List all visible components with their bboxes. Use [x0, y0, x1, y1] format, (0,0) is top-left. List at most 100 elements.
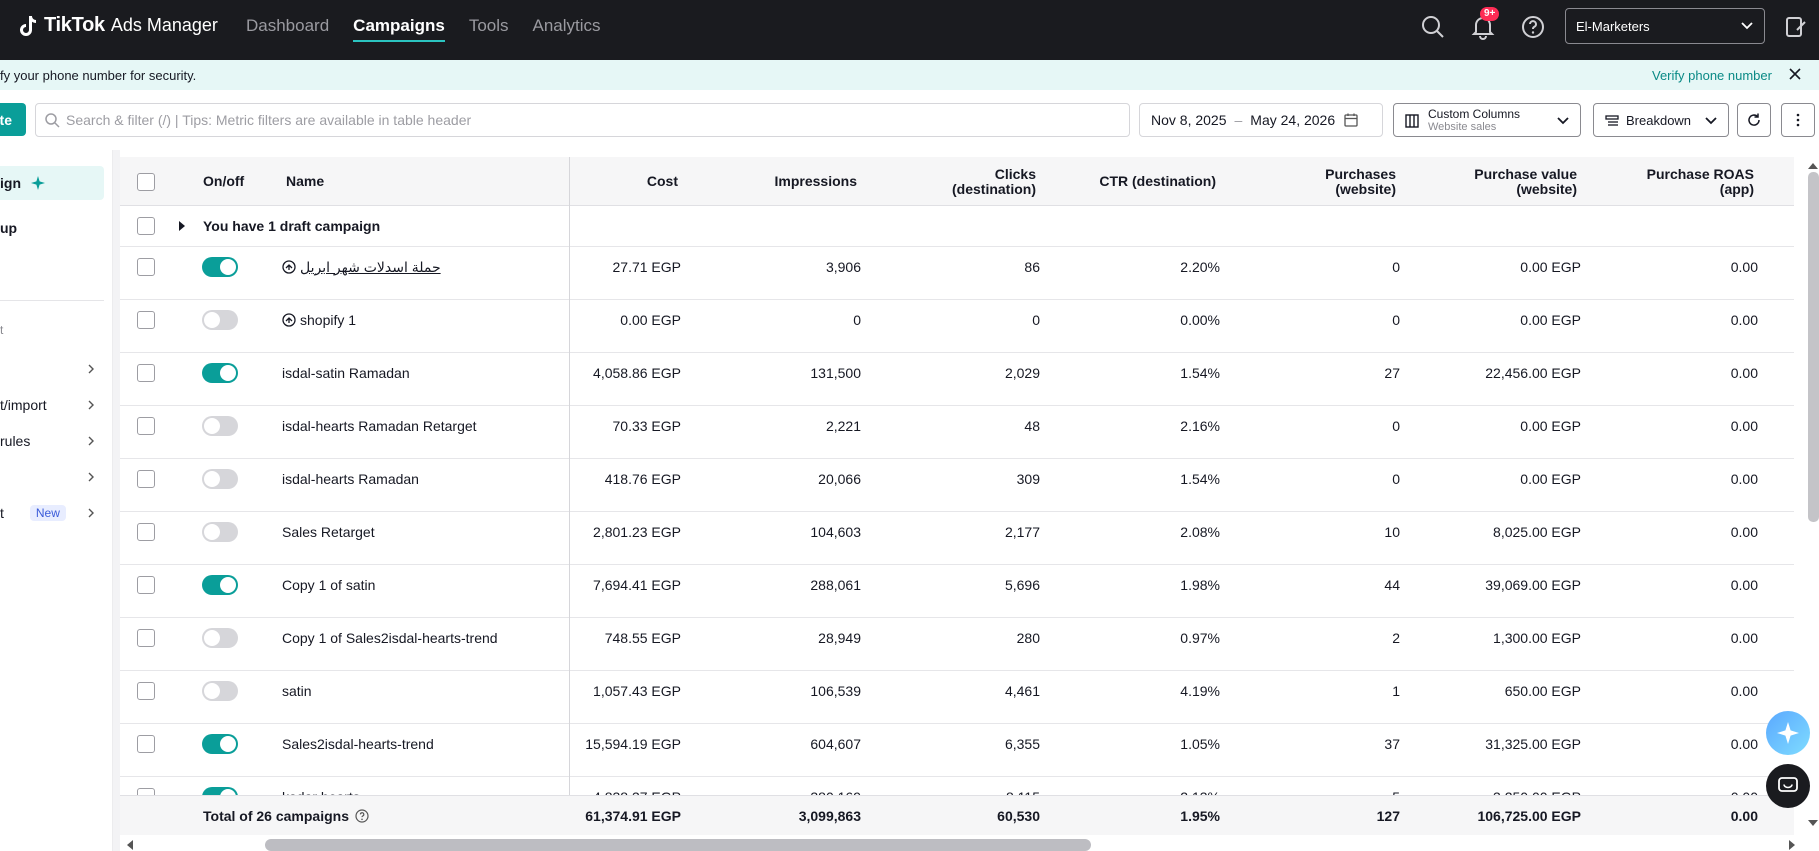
- date-range-picker[interactable]: Nov 8, 2025 – May 24, 2026: [1139, 103, 1383, 137]
- status-toggle[interactable]: [202, 618, 238, 658]
- row-checkbox[interactable]: [137, 618, 155, 658]
- sidebar-item-4[interactable]: [0, 352, 104, 386]
- campaign-name[interactable]: حملة اسدلات شهر ابريل: [300, 259, 441, 276]
- help-icon[interactable]: [1520, 14, 1546, 40]
- search-input[interactable]: Search & filter (/) | Tips: Metric filte…: [35, 103, 1130, 137]
- header-purchases[interactable]: Purchases (website): [1240, 157, 1396, 206]
- status-toggle[interactable]: [202, 565, 238, 605]
- header-roas[interactable]: Purchase ROAS (app): [1590, 157, 1754, 206]
- header-cost[interactable]: Cost: [590, 157, 678, 206]
- draft-row[interactable]: You have 1 draft campaign: [120, 206, 1794, 247]
- status-toggle[interactable]: [202, 512, 238, 552]
- toggle-off[interactable]: [202, 469, 238, 489]
- toggle-off[interactable]: [202, 628, 238, 648]
- sidebar-item-export-import[interactable]: t/import: [0, 388, 104, 422]
- status-toggle[interactable]: [202, 353, 238, 393]
- row-checkbox[interactable]: [137, 459, 155, 499]
- campaign-name[interactable]: Sales2isdal-hearts-trend: [282, 736, 434, 752]
- campaign-name[interactable]: isdal-hearts Ramadan Retarget: [282, 418, 477, 434]
- help-icon[interactable]: [355, 809, 369, 823]
- row-checkbox[interactable]: [137, 724, 155, 764]
- campaign-name[interactable]: shopify 1: [300, 312, 356, 328]
- tab-analytics[interactable]: Analytics: [533, 0, 601, 60]
- toggle-off[interactable]: [202, 522, 238, 542]
- tiktok-ads-logo[interactable]: TikTok Ads Manager: [20, 14, 218, 37]
- row-checkbox[interactable]: [137, 565, 155, 605]
- campaign-name[interactable]: Copy 1 of Sales2isdal-hearts-trend: [282, 630, 498, 646]
- scroll-right-icon[interactable]: [1786, 840, 1796, 850]
- sidebar-item-new[interactable]: t New: [0, 496, 104, 530]
- campaign-name[interactable]: Sales Retarget: [282, 524, 375, 540]
- toggle-on[interactable]: [202, 363, 238, 383]
- tab-campaigns[interactable]: Campaigns: [353, 0, 445, 60]
- header-impressions[interactable]: Impressions: [720, 157, 857, 206]
- tab-dashboard[interactable]: Dashboard: [246, 0, 329, 60]
- row-checkbox[interactable]: [137, 353, 155, 393]
- campaign-name-cell[interactable]: satin: [282, 671, 312, 711]
- table-row[interactable]: isdal-satin Ramadan 4,058.86 EGP 131,500 2,…: [120, 353, 1794, 406]
- table-row[interactable]: shopify 1 0.00 EGP 0 0 0.00% 0 0.00 EGP 0.00: [120, 300, 1794, 353]
- campaign-name-cell[interactable]: isdal-hearts Ramadan: [282, 459, 419, 499]
- table-row[interactable]: حملة اسدلات شهر ابريل 27.71 EGP 3,906 86 2.2…: [120, 247, 1794, 300]
- ai-assistant-button[interactable]: [1766, 711, 1810, 755]
- campaign-name[interactable]: isdal-satin Ramadan: [282, 365, 410, 381]
- status-toggle[interactable]: [202, 406, 238, 446]
- close-icon[interactable]: [1787, 66, 1803, 82]
- caret-right-icon[interactable]: [177, 221, 187, 231]
- toggle-off[interactable]: [202, 310, 238, 330]
- horizontal-scrollbar[interactable]: [265, 839, 1091, 851]
- sidebar-item-campaign[interactable]: ign: [0, 166, 104, 200]
- table-row[interactable]: isdal-hearts Ramadan 418.76 EGP 20,066 309 1…: [120, 459, 1794, 512]
- create-button[interactable]: te: [0, 103, 26, 136]
- campaign-name[interactable]: satin: [282, 683, 312, 699]
- campaign-name-cell[interactable]: Sales Retarget: [282, 512, 375, 552]
- tab-tools[interactable]: Tools: [469, 0, 509, 60]
- campaign-name-cell[interactable]: shopify 1: [282, 300, 356, 340]
- toggle-on[interactable]: [202, 734, 238, 754]
- campaign-name-cell[interactable]: Copy 1 of satin: [282, 565, 375, 605]
- breakdown-dropdown[interactable]: Breakdown: [1593, 103, 1729, 137]
- header-purchase-value[interactable]: Purchase value (website): [1410, 157, 1577, 206]
- table-row[interactable]: satin 1,057.43 EGP 106,539 4,461 4.19% 1 650.0…: [120, 671, 1794, 724]
- scroll-down-icon[interactable]: [1808, 818, 1818, 828]
- status-toggle[interactable]: [202, 724, 238, 764]
- row-checkbox[interactable]: [137, 300, 155, 340]
- header-clicks[interactable]: Clicks (destination): [890, 157, 1036, 206]
- toggle-on[interactable]: [202, 575, 238, 595]
- row-checkbox[interactable]: [137, 406, 155, 446]
- row-checkbox[interactable]: [137, 671, 155, 711]
- header-onoff[interactable]: On/off: [203, 157, 244, 206]
- verify-phone-link[interactable]: Verify phone number: [1652, 68, 1772, 83]
- table-row[interactable]: isdal-hearts Ramadan Retarget 70.33 EGP 2,…: [120, 406, 1794, 459]
- table-row[interactable]: Sales Retarget 2,801.23 EGP 104,603 2,177 2.…: [120, 512, 1794, 565]
- campaign-name[interactable]: Copy 1 of satin: [282, 577, 375, 593]
- custom-columns-dropdown[interactable]: Custom Columns Website sales: [1393, 103, 1581, 137]
- draft-checkbox[interactable]: [137, 206, 155, 246]
- status-toggle[interactable]: [202, 300, 238, 340]
- chat-support-button[interactable]: [1766, 764, 1810, 808]
- toggle-on[interactable]: [202, 257, 238, 277]
- sidebar-item-7[interactable]: [0, 460, 104, 494]
- campaign-name-cell[interactable]: Copy 1 of Sales2isdal-hearts-trend: [282, 618, 498, 658]
- table-row[interactable]: Copy 1 of satin 7,694.41 EGP 288,061 5,696 1…: [120, 565, 1794, 618]
- vertical-scrollbar[interactable]: [1808, 172, 1819, 522]
- account-selector[interactable]: El-Marketers: [1565, 8, 1765, 44]
- row-checkbox[interactable]: [137, 247, 155, 287]
- search-icon[interactable]: [1420, 14, 1446, 40]
- scroll-up-icon[interactable]: [1808, 161, 1818, 171]
- campaign-name-cell[interactable]: حملة اسدلات شهر ابريل: [282, 247, 441, 287]
- refresh-button[interactable]: [1737, 103, 1771, 137]
- campaign-name-cell[interactable]: isdal-satin Ramadan: [282, 353, 410, 393]
- status-toggle[interactable]: [202, 247, 238, 287]
- toggle-off[interactable]: [202, 681, 238, 701]
- edit-panel-icon[interactable]: [1783, 14, 1809, 40]
- toggle-off[interactable]: [202, 416, 238, 436]
- header-ctr[interactable]: CTR (destination): [1050, 157, 1216, 206]
- table-row[interactable]: Copy 1 of Sales2isdal-hearts-trend 748.55…: [120, 618, 1794, 671]
- table-row[interactable]: Sales2isdal-hearts-trend 15,594.19 EGP 604…: [120, 724, 1794, 777]
- scroll-left-icon[interactable]: [126, 840, 136, 850]
- header-name[interactable]: Name: [286, 157, 324, 206]
- campaign-name-cell[interactable]: Sales2isdal-hearts-trend: [282, 724, 434, 764]
- status-toggle[interactable]: [202, 671, 238, 711]
- campaign-name-cell[interactable]: isdal-hearts Ramadan Retarget: [282, 406, 477, 446]
